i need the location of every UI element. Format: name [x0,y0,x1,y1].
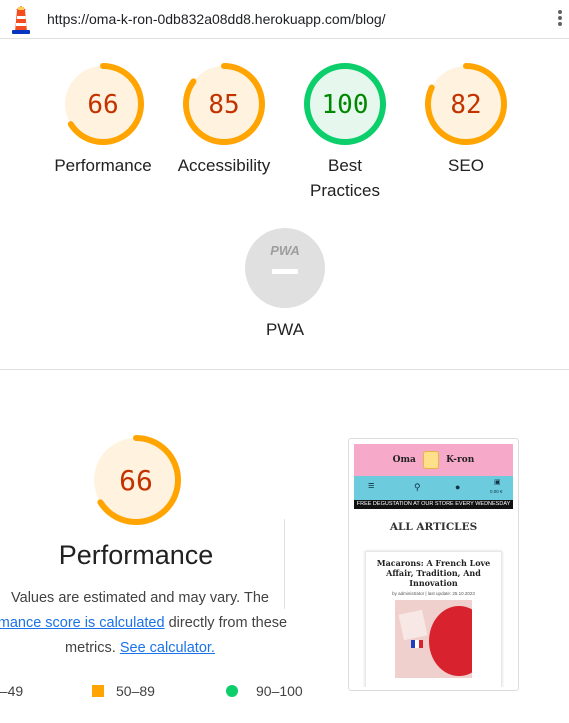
site-name-left: Oma [392,455,416,465]
legend-average: 50–89 [92,683,155,699]
score-gauge: 82 [425,63,507,145]
vertical-divider [284,519,285,609]
page-url[interactable]: https://oma-k-ron-0db832a08dd8.herokuapp… [47,11,386,27]
pwa-badge-text: PWA [270,243,300,258]
score-calculated-link[interactable]: rmance score is calculated [0,615,165,631]
gauge-performance[interactable]: 66 Performance [48,61,158,178]
gauge-label: Accessibility [177,156,271,175]
svg-text:66: 66 [87,90,118,120]
cart-total: 0.00 € [490,489,503,494]
svg-text:66: 66 [119,464,153,497]
legend-range: 50–89 [116,683,155,699]
svg-text:100: 100 [322,90,369,120]
legend-fail: 0–49 [0,683,23,699]
score-gauge: 66 [62,63,144,145]
article-meta: by administrator | last update: 25.10.20… [392,591,475,596]
desc-text: directly from these [168,615,288,631]
pwa-badge-icon: PWA [245,228,325,308]
gauge-label-line: Practices [310,181,380,200]
site-name-right: K-ron [446,455,475,465]
desc-text: metrics. [65,640,116,656]
square-icon [92,685,104,697]
screenshot-content: Oma K-ron ≡ ⚲ ● ▣ 0.00 € FREE DEGUSTATIO… [354,444,513,687]
legend-pass: 90–100 [226,683,303,699]
gauge-pwa[interactable]: PWA PWA [230,227,340,342]
gauge-accessibility[interactable]: 85 Accessibility [169,61,279,178]
gauge-seo[interactable]: 82 SEO [411,61,521,178]
logo-icon [423,450,439,469]
svg-text:82: 82 [450,90,481,120]
user-icon: ● [455,482,461,492]
see-calculator-link[interactable]: See calculator. [120,640,215,656]
articles-heading: ALL ARTICLES [389,521,478,533]
site-nav: ≡ ⚲ ● ▣ 0.00 € [354,476,513,500]
article-image [395,600,472,678]
gauge-label: Best Practices [290,153,400,203]
promo-banner: FREE DEGUSTATION AT OUR STORE EVERY WEDN… [354,500,513,509]
performance-description: Values are estimated and may vary. The r… [0,586,310,661]
gauge-label-line: Best [327,156,363,175]
gauge-best-practices[interactable]: 100 Best Practices [290,61,400,203]
desc-text: Values are estimated and may vary. The [11,590,269,606]
kebab-menu-icon[interactable] [556,8,564,30]
site-header: Oma K-ron [354,444,513,476]
search-icon: ⚲ [414,482,421,492]
legend-range: 0–49 [0,683,24,699]
circle-icon [226,685,238,697]
browser-bar: https://oma-k-ron-0db832a08dd8.herokuapp… [0,0,569,39]
menu-icon: ≡ [368,480,375,492]
section-divider [0,369,569,370]
gauge-label: PWA [265,320,305,339]
score-gauge: 66 [91,435,181,525]
score-gauge: 85 [183,63,265,145]
page-screenshot-preview[interactable]: Oma K-ron ≡ ⚲ ● ▣ 0.00 € FREE DEGUSTATIO… [348,438,519,691]
performance-gauge-large: 66 [81,432,191,528]
gauge-label: Performance [54,156,152,175]
cart-icon: ▣ [494,479,501,486]
performance-title: Performance [58,540,214,570]
lighthouse-icon [12,6,30,34]
score-gauge: 100 [304,63,386,145]
gauge-label: SEO [448,156,484,175]
article-title: Macarons: A French Love Affair, Traditio… [376,558,491,588]
article-card: Macarons: A French Love Affair, Traditio… [365,551,502,687]
legend-range: 90–100 [256,683,303,699]
svg-text:85: 85 [208,90,239,120]
